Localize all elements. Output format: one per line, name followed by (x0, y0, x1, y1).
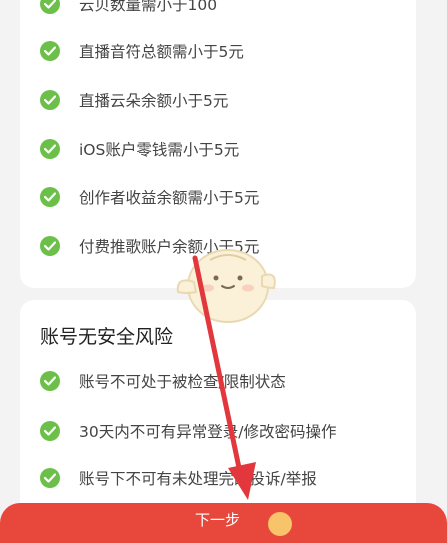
requirement-text: 直播云朵余额小于5元 (79, 92, 229, 110)
requirement-text: 账号不可处于被检查/限制状态 (79, 373, 286, 391)
mascot-sticker-icon (176, 249, 276, 323)
check-circle-icon (40, 236, 60, 256)
check-circle-icon (40, 41, 60, 61)
requirement-text: 直播音符总额需小于5元 (79, 43, 244, 61)
requirement-text: 创作者收益余额需小于5元 (79, 189, 260, 207)
check-circle-icon (40, 139, 60, 159)
list-item: 云贝数量需小于100 (40, 0, 447, 16)
requirement-text: iOS账户零钱需小于5元 (79, 141, 240, 159)
list-item: iOS账户零钱需小于5元 (40, 137, 447, 161)
requirement-text: 账号下不可有未处理完的投诉/举报 (79, 470, 317, 488)
requirement-text: 30天内不可有异常登录/修改密码操作 (79, 423, 337, 441)
check-circle-icon (40, 468, 60, 488)
check-circle-icon (40, 421, 60, 441)
list-item: 直播音符总额需小于5元 (40, 39, 447, 63)
next-step-label: 下一步 (195, 511, 241, 529)
check-circle-icon (40, 371, 60, 391)
list-item: 30天内不可有异常登录/修改密码操作 (40, 419, 447, 443)
requirement-text: 云贝数量需小于100 (79, 0, 218, 14)
list-item: 创作者收益余额需小于5元 (40, 185, 447, 209)
check-circle-icon (40, 90, 60, 110)
list-item: 账号不可处于被检查/限制状态 (40, 369, 447, 393)
list-item: 账号下不可有未处理完的投诉/举报 (40, 466, 447, 490)
coin-icon (268, 512, 292, 536)
check-circle-icon (40, 0, 60, 14)
section-title: 账号无安全风险 (40, 326, 174, 348)
check-circle-icon (40, 187, 60, 207)
list-item: 直播云朵余额小于5元 (40, 88, 447, 112)
